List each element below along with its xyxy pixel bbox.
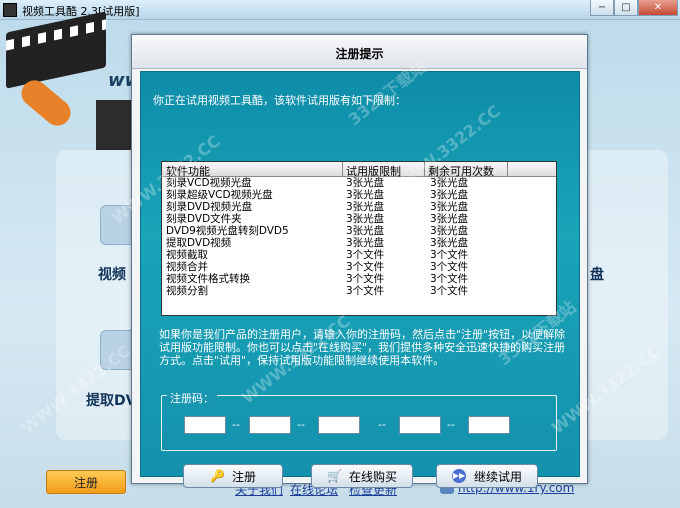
code-field-3[interactable]	[318, 416, 360, 434]
close-button[interactable]: ✕	[638, 0, 678, 16]
cart-icon: 🛒	[326, 469, 342, 483]
table-header: 软件功能 试用版限制 剩余可用次数	[162, 162, 556, 178]
column-divider	[342, 162, 343, 177]
app-logo: ww	[0, 11, 141, 160]
buy-online-button[interactable]: 🛒 在线购买	[311, 464, 413, 488]
remaining-cell: 3张光盘	[430, 189, 469, 201]
remaining-cell: 3个文件	[430, 273, 469, 285]
main-register-button[interactable]: 注册	[46, 470, 126, 494]
feature-label-extract-dvd[interactable]: 提取DV	[86, 390, 136, 410]
column-divider	[507, 162, 508, 177]
table-row[interactable]: 视频合并 3个文件 3个文件	[162, 261, 556, 273]
continue-trial-button[interactable]: ▶▶ 继续试用	[436, 464, 538, 488]
register-dialog: 注册提示 你正在试用视频工具酷，该软件试用版有如下限制： 软件功能 试用版限制 …	[131, 34, 588, 488]
register-button[interactable]: 🔑 注册	[183, 464, 283, 488]
table-row[interactable]: 视频截取 3个文件 3个文件	[162, 249, 556, 261]
table-row[interactable]: 视频分割 3个文件 3个文件	[162, 285, 556, 297]
limit-cell: 3张光盘	[346, 225, 385, 237]
code-field-4[interactable]	[399, 416, 441, 434]
table-row[interactable]: 刻录VCD视频光盘 3张光盘 3张光盘	[162, 177, 556, 189]
dialog-title: 注册提示	[335, 47, 384, 61]
continue-trial-button-label: 继续试用	[473, 469, 522, 484]
table-row[interactable]: DVD9视频光盘转刻DVD5 3张光盘 3张光盘	[162, 225, 556, 237]
film-icon	[96, 100, 136, 150]
limit-cell: 3个文件	[346, 273, 385, 285]
remaining-cell: 3张光盘	[430, 237, 469, 249]
limit-cell: 3个文件	[346, 261, 385, 273]
table-row[interactable]: 视频文件格式转换 3个文件 3个文件	[162, 273, 556, 285]
code-separator: --	[232, 418, 240, 431]
maximize-button[interactable]: □	[614, 0, 638, 16]
remaining-cell: 3张光盘	[430, 177, 469, 189]
minimize-button[interactable]: −	[590, 0, 614, 16]
table-row[interactable]: 刻录DVD视频光盘 3张光盘 3张光盘	[162, 201, 556, 213]
dialog-body: 你正在试用视频工具酷，该软件试用版有如下限制： 软件功能 试用版限制 剩余可用次…	[140, 71, 580, 488]
remaining-cell: 3个文件	[430, 261, 469, 273]
remaining-cell: 3张光盘	[430, 225, 469, 237]
play-icon: ▶▶	[451, 469, 466, 483]
feature-cell: DVD9视频光盘转刻DVD5	[166, 225, 289, 237]
feature-cell: 刻录超级VCD视频光盘	[166, 189, 273, 201]
code-separator: --	[378, 418, 386, 431]
remaining-cell: 3个文件	[430, 285, 469, 297]
code-field-2[interactable]	[249, 416, 291, 434]
feature-cell: 刻录DVD视频光盘	[166, 201, 253, 213]
table-row[interactable]: 提取DVD视频 3张光盘 3张光盘	[162, 237, 556, 249]
limits-table: 软件功能 试用版限制 剩余可用次数 刻录VCD视频光盘 3张光盘 3张光盘 刻录超级…	[161, 161, 557, 316]
code-separator: --	[447, 418, 455, 431]
feature-label-disc[interactable]: 盘	[590, 264, 604, 284]
remaining-cell: 3张光盘	[430, 201, 469, 213]
feature-cell: 刻录VCD视频光盘	[166, 177, 252, 189]
feature-cell: 提取DVD视频	[166, 237, 232, 249]
code-field-1[interactable]	[184, 416, 226, 434]
limit-cell: 3张光盘	[346, 237, 385, 249]
limit-cell: 3张光盘	[346, 201, 385, 213]
feature-cell: 视频合并	[166, 261, 208, 273]
limit-cell: 3个文件	[346, 249, 385, 261]
table-body: 刻录VCD视频光盘 3张光盘 3张光盘 刻录超级VCD视频光盘 3张光盘 3张光盘 刻录…	[162, 177, 556, 297]
remaining-cell: 3张光盘	[430, 213, 469, 225]
registration-note: 如果你是我们产品的注册用户，请输入你的注册码，然后点击"注册"按钮，以便解除试用…	[159, 328, 566, 367]
table-row[interactable]: 刻录超级VCD视频光盘 3张光盘 3张光盘	[162, 189, 556, 201]
buy-online-button-label: 在线购买	[348, 469, 397, 484]
limit-cell: 3张光盘	[346, 213, 385, 225]
wrench-icon	[16, 75, 76, 131]
register-button-label: 注册	[231, 469, 256, 484]
limit-cell: 3张光盘	[346, 189, 385, 201]
limit-cell: 3张光盘	[346, 177, 385, 189]
feature-label-video[interactable]: 视频	[98, 264, 126, 284]
column-divider	[424, 162, 425, 177]
app-icon	[3, 3, 17, 17]
dialog-titlebar: 注册提示	[132, 35, 587, 69]
feature-cell: 视频分割	[166, 285, 208, 297]
register-code-label: 注册码：	[167, 390, 217, 406]
feature-cell: 视频截取	[166, 249, 208, 261]
key-icon: 🔑	[209, 469, 225, 483]
code-field-5[interactable]	[468, 416, 510, 434]
feature-cell: 视频文件格式转换	[166, 273, 250, 285]
limit-cell: 3个文件	[346, 285, 385, 297]
trial-intro-text: 你正在试用视频工具酷，该软件试用版有如下限制：	[153, 94, 406, 107]
table-row[interactable]: 刻录DVD文件夹 3张光盘 3张光盘	[162, 213, 556, 225]
code-separator: --	[297, 418, 305, 431]
feature-cell: 刻录DVD文件夹	[166, 213, 242, 225]
remaining-cell: 3个文件	[430, 249, 469, 261]
